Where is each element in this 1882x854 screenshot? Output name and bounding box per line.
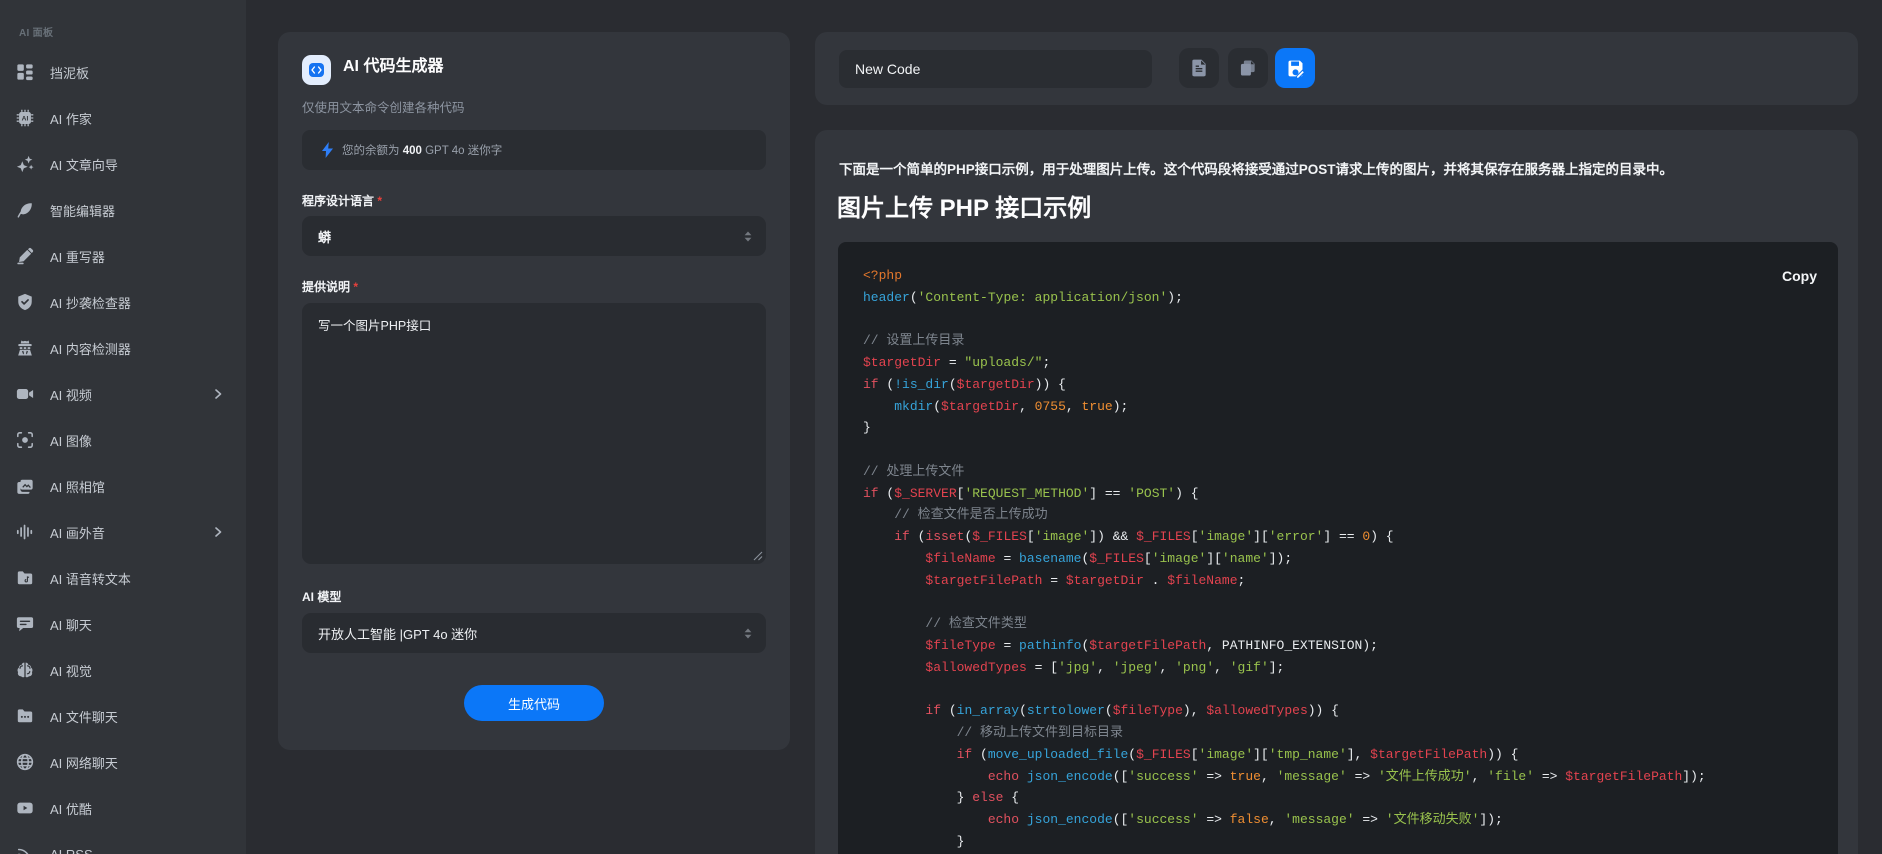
- svg-text:AI: AI: [22, 116, 29, 123]
